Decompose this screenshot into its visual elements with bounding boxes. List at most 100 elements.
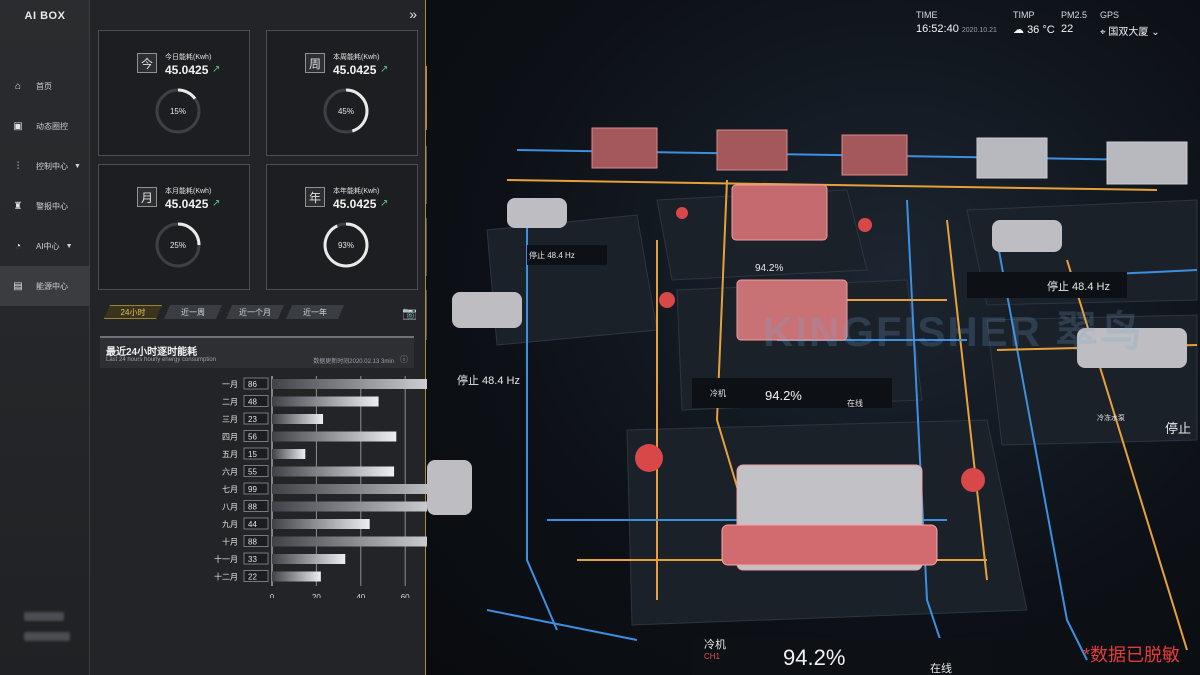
category-label: 八月 <box>222 503 238 512</box>
card-label: 今日能耗(Kwh) <box>165 54 212 61</box>
x-tick-label: 40 <box>356 593 365 598</box>
sidebar-item-label: 首页 <box>36 81 52 91</box>
range-tab-3[interactable]: 近一年 <box>286 305 344 319</box>
chiller-eff-large: 94.2% <box>783 645 846 670</box>
category-label: 六月 <box>222 467 238 477</box>
time-value: 16:52:40 2020.10.21 <box>916 23 997 35</box>
desensitized-notice: *数据已脱敏 <box>1082 645 1180 665</box>
sidebar-item-label: 能源中心 <box>36 281 68 291</box>
data-label: 23 <box>248 415 257 424</box>
trend-up-icon: ↗ <box>212 64 221 75</box>
camera-icon[interactable]: 📷 <box>402 306 417 320</box>
gps-selector[interactable]: ⌖ 国双大厦 ⌄ <box>1100 23 1160 38</box>
cooling-towers <box>591 127 1188 185</box>
plant-3d-scene: TIME 16:52:40 2020.10.21 TIMP ☁ 36 °C PM… <box>427 0 1200 675</box>
card-label: 本月能耗(Kwh) <box>165 188 212 195</box>
pie-icon: ◔ <box>14 240 22 252</box>
caret-down-icon: ▼ <box>65 242 73 250</box>
chart-title: 最近24小时逐时能耗 <box>106 347 198 358</box>
temp-value: ☁ 36 °C <box>1013 23 1055 36</box>
sliders-icon: ⫶ <box>16 160 20 172</box>
chiller-label: 冷机 <box>710 389 726 398</box>
data-label: 15 <box>248 450 257 459</box>
chiller-eff: 94.2% <box>765 388 802 403</box>
sidebar-item-4[interactable]: ◔ AI中心 ▼ <box>0 226 90 266</box>
range-tab-1[interactable]: 近一周 <box>164 305 222 319</box>
time-label: TIME <box>916 10 938 20</box>
chart-update-time: 数据更新时间2020.02.13 3min <box>313 359 394 365</box>
trend-up-icon: ↗ <box>212 198 221 209</box>
sidebar-item-1[interactable]: ▣ 动态圈控 <box>0 106 90 146</box>
gps-location: 国双大厦 <box>1108 27 1149 38</box>
pump-status: 停止 48.4 Hz <box>457 375 520 387</box>
category-label: 十二月 <box>214 572 238 582</box>
category-label: 二月 <box>222 398 238 407</box>
sidebar-item-label: 动态圈控 <box>36 121 68 131</box>
ring-percent: 45% <box>338 107 354 116</box>
date: 2020.10.21 <box>961 27 997 34</box>
progress-ring: 15% <box>155 88 201 134</box>
period-badge: 月 <box>137 187 157 207</box>
sidebar-item-label: 警报中心 <box>36 201 68 211</box>
energy-panel: » 今今日能耗(Kwh) 45.0425 ↗ 15% 周本周能耗(Kwh) 45.0425… <box>90 0 501 675</box>
card-value: 45.0425 <box>333 63 377 77</box>
data-label: 88 <box>248 538 257 547</box>
card-value: 45.0425 <box>165 63 209 77</box>
category-label: 十一月 <box>214 554 238 564</box>
bar <box>272 519 370 529</box>
sidebar-item-2[interactable]: ⫶ 控制中心 ▼ <box>0 146 90 186</box>
energy-card-1: 周 本周能耗(Kwh) 45.0425 ↗ 45% <box>266 30 418 156</box>
sidebar: AI BOX ⌂ 首页 ▣ 动态圈控 ⫶ 控制中心 ▼ ♜ 警报中心 ◔ AI中心 ▼ ▤ 能源中心 <box>0 0 90 675</box>
chiller-online: 在线 <box>930 663 952 675</box>
bar <box>272 396 379 407</box>
range-tab-0[interactable]: 24小时 <box>104 305 162 319</box>
trend-up-icon: ↗ <box>380 198 389 209</box>
category-label: 九月 <box>222 520 238 529</box>
x-tick-label: 20 <box>312 593 321 598</box>
collapse-icon[interactable]: » <box>409 6 417 22</box>
temp-label: TIMP <box>1013 10 1035 20</box>
progress-ring: 25% <box>155 222 201 268</box>
progress-ring: 93% <box>323 222 369 268</box>
category-label: 十月 <box>222 537 238 547</box>
category-label: 一月 <box>222 380 238 389</box>
bar <box>272 554 346 564</box>
info-icon[interactable]: ⓘ <box>400 354 408 365</box>
brand-logo: AI BOX <box>24 10 66 22</box>
x-tick-label: 0 <box>270 593 275 598</box>
blurred-user-role <box>24 632 70 641</box>
sidebar-item-3[interactable]: ♜ 警报中心 <box>0 186 90 226</box>
period-badge: 年 <box>305 187 325 207</box>
data-label: 22 <box>248 573 257 582</box>
energy-card-3: 年 本年能耗(Kwh) 45.0425 ↗ 93% <box>266 164 418 290</box>
trend-up-icon: ↗ <box>380 64 389 75</box>
data-label: 33 <box>248 555 257 564</box>
image-icon: ▣ <box>13 120 23 132</box>
card-label: 本年能耗(Kwh) <box>333 188 380 195</box>
pump-stop: 停止 <box>1165 421 1192 436</box>
data-label: 44 <box>248 520 257 529</box>
cloud-icon: ☁ <box>1013 24 1024 36</box>
pm-label: PM2.5 <box>1061 10 1088 20</box>
bar <box>272 571 321 582</box>
home-icon: ⌂ <box>14 80 22 92</box>
x-tick-label: 60 <box>401 593 410 598</box>
brand-watermark: KINGFISHER 翠鸟 <box>763 308 1144 355</box>
sidebar-item-0[interactable]: ⌂ 首页 <box>0 66 90 106</box>
pump-label: 冷冻水泵 <box>1097 415 1125 422</box>
range-tab-2[interactable]: 近一个月 <box>226 305 284 319</box>
clock: 16:52:40 <box>916 23 959 35</box>
period-badge: 今 <box>137 53 157 73</box>
period-badge: 周 <box>305 53 325 73</box>
blurred-user-name <box>24 612 64 621</box>
chart-subtitle: Last 24 hours hourly energy consumption <box>106 357 217 363</box>
clipboard-icon: ▤ <box>13 280 23 292</box>
ring-percent: 25% <box>170 241 186 250</box>
card-value: 45.0425 <box>333 197 377 211</box>
chart-header: 最近24小时逐时能耗 Last 24 hours hourly energy c… <box>100 336 414 368</box>
category-label: 五月 <box>222 450 238 459</box>
sidebar-item-label: 控制中心 <box>36 161 68 171</box>
location-icon: ⌖ <box>1100 27 1106 38</box>
data-label: 88 <box>248 503 257 512</box>
sidebar-item-5[interactable]: ▤ 能源中心 <box>0 266 90 306</box>
